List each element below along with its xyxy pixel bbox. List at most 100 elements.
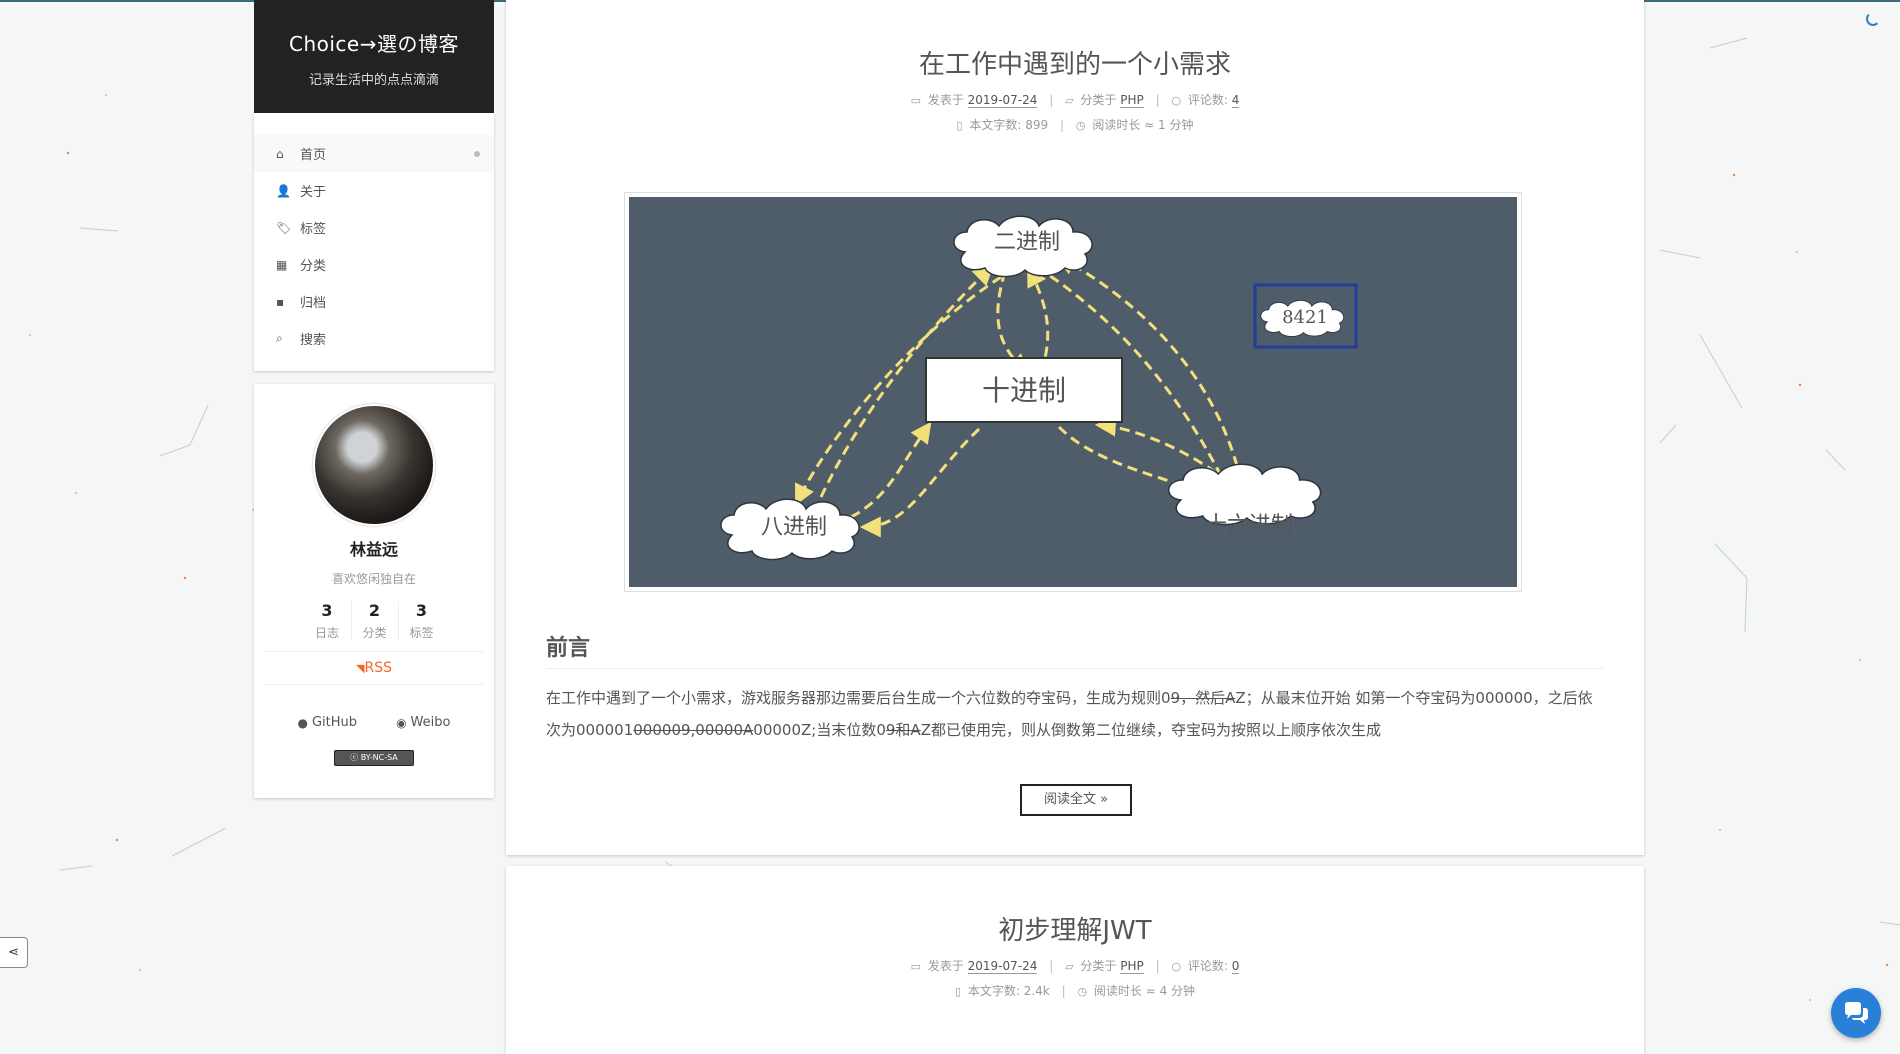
sidebar-item-about[interactable]: 👤 关于 [254,172,494,209]
weibo-link[interactable]: ◉ Weibo [396,715,450,730]
sidebar-item-categories[interactable]: ▦ 分类 [254,246,494,283]
node-label: 二进制 [994,230,1060,255]
sidebar-item-label: 首页 [300,148,327,163]
site-subtitle: 记录生活中的点点滴滴 [308,73,439,88]
stat-tags[interactable]: 3 标签 [397,601,445,641]
readtime-value: 1 分钟 [1158,118,1194,132]
github-icon: ● [297,715,308,730]
stat-count: 3 [415,601,428,620]
site-brand: Choice→選の博客 记录生活中的点点滴滴 [254,0,494,113]
post-meta-secondary: ▯ 本文字数: 2.4k | ◷ 阅读时长 ≈ 4 分钟 [506,982,1644,999]
post-category-link[interactable]: PHP [1120,93,1144,108]
clock-icon: ◷ [1077,985,1088,998]
read-more-button[interactable]: 阅读全文 » [1020,784,1132,816]
share-icon: ⋖ [8,945,19,960]
share-button[interactable]: ⋖ [0,937,28,968]
site-title[interactable]: Choice→選の博客 [254,0,494,57]
post-excerpt: 在工作中遇到了一个小需求，游戏服务器那边需要后台生成一个六位数的夺宝码，生成为规… [546,682,1606,746]
posted-label: 发表于 [927,93,964,107]
tags-icon: 🏷 [276,220,292,235]
sidebar-item-label: 标签 [300,222,327,237]
excerpt-strikethrough: 000009,00000A [633,721,754,739]
clock-icon: ◷ [1075,119,1086,132]
rss-label: RSS [364,660,392,676]
wordcount-value: 2.4k [1023,984,1050,998]
stat-label: 标签 [409,626,434,640]
category-label: 分类于 [1080,93,1117,107]
calendar-icon: ▭ [910,960,921,973]
comments-label: 评论数: [1187,959,1228,973]
post-card: 在工作中遇到的一个小需求 ▭ 发表于 2019-07-24 | ▱ 分类于 PH… [506,0,1644,855]
sidebar-menu: ⌂ 首页 👤 关于 🏷 标签 ▦ 分类 ▪ 归档 ⌕ 搜索 [254,113,494,371]
node-label: 十进制 [982,374,1066,407]
sidebar-item-home[interactable]: ⌂ 首页 [254,135,494,172]
sidebar-item-label: 归档 [300,296,327,311]
stat-posts[interactable]: 3 日志 [304,601,351,641]
excerpt-text: 在工作中遇到了一个小需求，游戏服务器那边需要后台生成一个六位数的夺宝码，生成为规… [546,689,1171,707]
post-category-link[interactable]: PHP [1120,959,1144,974]
file-word-icon: ▯ [956,119,963,132]
excerpt-strikethrough: 9和A [885,721,921,739]
social-links: ● GitHub ◉ Weibo [254,715,494,730]
post-date: 2019-07-24 [967,959,1038,974]
sidebar-item-tags[interactable]: 🏷 标签 [254,209,494,246]
sidebar-item-archives[interactable]: ▪ 归档 [254,283,494,320]
meta-separator: | [1155,93,1160,107]
github-label: GitHub [311,715,358,730]
calendar-icon: ▭ [910,94,921,107]
comments-count-link[interactable]: 4 [1231,93,1240,108]
wordcount-value: 899 [1025,118,1049,132]
user-icon: 👤 [276,183,291,198]
excerpt-text: 00000Z;当末位数0 [753,721,886,739]
excerpt-text: Z都已使用完，则从倒数第二位继续，夺宝码为按照以上顺序依次生成 [920,721,1381,739]
sidebar-item-search[interactable]: ⌕ 搜索 [254,320,494,357]
chat-button[interactable] [1831,988,1881,1038]
wordcount-label: 本文字数: [967,984,1020,998]
post-cover-figure: 二进制 十进制 八进制 十六进制 8421 [624,192,1522,592]
wordcount-label: 本文字数: [969,118,1022,132]
sidebar-item-label: 分类 [300,259,327,274]
node-label: 8421 [1282,307,1328,328]
readtime-label: 阅读时长 ≈ [1093,984,1156,998]
post-meta: ▭ 发表于 2019-07-24 | ▱ 分类于 PHP | ○ 评论数: 4 [506,91,1644,108]
license-label: BY-NC-SA [360,753,398,762]
meta-separator: | [1049,959,1054,973]
author-name: 林益远 [349,540,398,559]
license-badge[interactable]: ⓒ BY-NC-SA [334,750,414,766]
post-meta-secondary: ▯ 本文字数: 899 | ◷ 阅读时长 ≈ 1 分钟 [506,116,1644,133]
stat-label: 日志 [314,626,339,640]
section-heading: 前言 [546,630,1604,669]
node-binary: 二进制 [953,215,1093,278]
site-stats: 3 日志 2 分类 3 标签 [254,601,494,641]
rss-link[interactable]: ◥RSS [264,651,484,685]
avatar [313,404,435,526]
weibo-label: Weibo [410,715,451,730]
post-title[interactable]: 初步理解JWT [506,866,1644,947]
comments-count-link[interactable]: 0 [1231,959,1240,974]
stat-count: 2 [368,601,381,620]
post-title[interactable]: 在工作中遇到的一个小需求 [506,0,1644,81]
loading-spinner-icon [1866,12,1880,26]
stat-count: 3 [321,601,333,620]
post-date: 2019-07-24 [967,93,1038,108]
node-label: 十六进制 [1205,513,1293,538]
author-description: 喜欢悠闲独自在 [331,572,416,586]
archive-icon: ▪ [276,294,285,309]
node-octal: 八进制 [720,498,860,561]
chat-bubbles-icon [1845,1002,1868,1024]
comment-icon: ○ [1171,94,1182,107]
readtime-value: 4 分钟 [1159,984,1196,998]
stat-categories[interactable]: 2 分类 [350,601,398,641]
comments-label: 评论数: [1187,93,1228,107]
post-card: 初步理解JWT ▭ 发表于 2019-07-24 | ▱ 分类于 PHP | ○… [506,866,1644,1054]
search-icon: ⌕ [276,331,283,345]
node-label: 八进制 [761,515,827,540]
meta-separator: | [1060,118,1065,132]
posted-label: 发表于 [927,959,964,973]
th-icon: ▦ [276,257,288,272]
sidebar-item-label: 搜索 [300,333,327,348]
comment-icon: ○ [1171,960,1182,973]
meta-separator: | [1061,984,1066,998]
readtime-label: 阅读时长 ≈ [1092,118,1155,132]
github-link[interactable]: ● GitHub [298,715,358,730]
